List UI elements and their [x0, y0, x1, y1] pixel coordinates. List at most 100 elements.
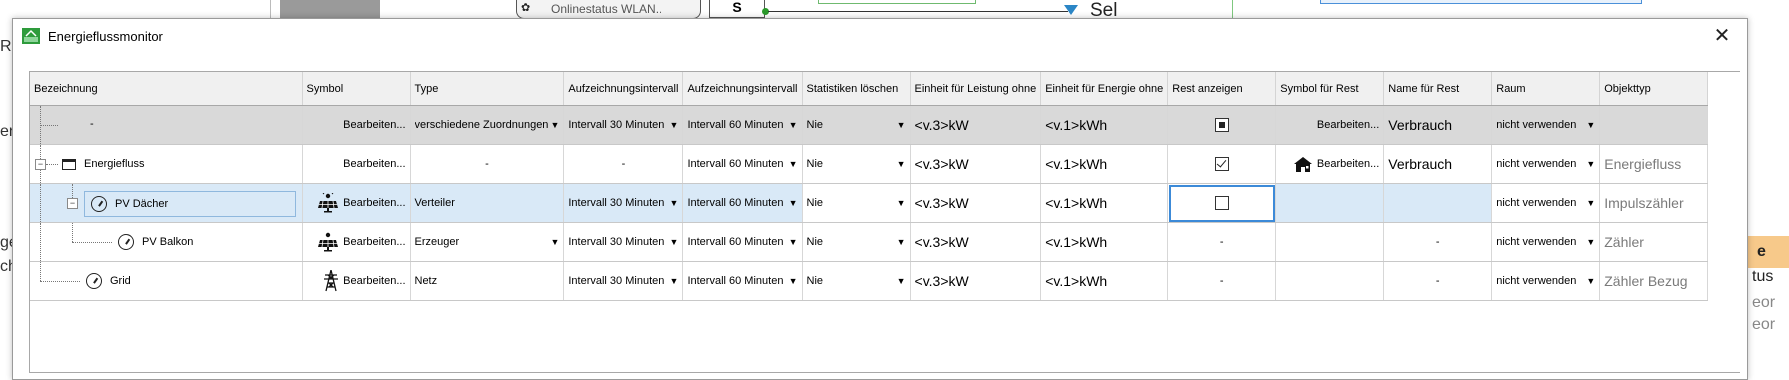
column-header[interactable]: Symbol für Rest: [1275, 72, 1385, 106]
rest-cell[interactable]: [1167, 105, 1277, 145]
dropdown-arrow-icon[interactable]: ▼: [897, 237, 906, 247]
dropdown-arrow-icon[interactable]: ▼: [1586, 120, 1595, 130]
dropdown-arrow-icon[interactable]: ▼: [1586, 237, 1595, 247]
unit-power-cell[interactable]: <v.3>kW: [910, 183, 1042, 223]
table-row[interactable]: PV Balkon Bearbeiten... Erzeuger ▼ Inter…: [30, 222, 1709, 262]
room-cell[interactable]: nicht verwenden ▼: [1491, 222, 1601, 262]
column-header[interactable]: Rest anzeigen: [1167, 72, 1277, 106]
stats-cell[interactable]: Nie ▼: [802, 261, 911, 301]
interval-cell[interactable]: Intervall 60 Minuten ▼: [682, 144, 803, 184]
dropdown-arrow-icon[interactable]: ▼: [550, 120, 559, 130]
column-header[interactable]: Aufzeichnungsintervall: [682, 72, 803, 106]
symbol-cell[interactable]: Bearbeiten...: [302, 222, 411, 262]
unit-energy-cell[interactable]: <v.1>kWh: [1040, 183, 1169, 223]
column-header[interactable]: Statistiken löschen: [802, 72, 911, 106]
unit-power-cell[interactable]: <v.3>kW: [910, 222, 1042, 262]
rest-symbol-cell[interactable]: Bearbeiten...: [1275, 144, 1385, 184]
dropdown-arrow-icon[interactable]: ▼: [789, 276, 798, 286]
edit-symbol-link[interactable]: Bearbeiten...: [343, 119, 405, 131]
type-cell[interactable]: verschiedene Zuordnungen ▼: [410, 105, 565, 145]
column-header[interactable]: Name für Rest: [1383, 72, 1493, 106]
column-header[interactable]: Bezeichnung: [30, 72, 303, 106]
room-cell[interactable]: nicht verwenden ▼: [1491, 183, 1601, 223]
rest-name-cell[interactable]: Verbrauch: [1383, 105, 1493, 145]
room-cell[interactable]: nicht verwenden ▼: [1491, 261, 1601, 301]
column-header[interactable]: Einheit für Energie ohne: [1040, 72, 1169, 106]
rest-checkbox[interactable]: [1214, 196, 1229, 210]
rest-cell[interactable]: [1167, 144, 1277, 184]
dropdown-arrow-icon[interactable]: ▼: [789, 159, 798, 169]
table-row[interactable]: - Bearbeiten... verschiedene Zuordnungen…: [30, 105, 1709, 145]
table-row[interactable]: − Energiefluss Bearbeiten... - - Interva…: [30, 144, 1709, 184]
dropdown-arrow-icon[interactable]: ▼: [1586, 159, 1595, 169]
table-row[interactable]: − PV Dächer Bearbeiten... Verteiler Inte…: [30, 183, 1709, 223]
column-header[interactable]: Einheit für Leistung ohne: [910, 72, 1042, 106]
rest-cell[interactable]: [1167, 183, 1277, 223]
dropdown-arrow-icon[interactable]: ▼: [670, 237, 679, 247]
type-cell[interactable]: Verteiler: [410, 183, 565, 223]
close-button[interactable]: ✕: [1707, 21, 1737, 51]
type-cell[interactable]: Erzeuger ▼: [410, 222, 565, 262]
dropdown-arrow-icon[interactable]: ▼: [670, 198, 679, 208]
unit-energy-cell[interactable]: <v.1>kWh: [1040, 144, 1169, 184]
column-header[interactable]: Symbol: [302, 72, 411, 106]
edit-symbol-link[interactable]: Bearbeiten...: [343, 197, 405, 209]
dropdown-arrow-icon[interactable]: ▼: [897, 198, 906, 208]
dropdown-arrow-icon[interactable]: ▼: [789, 120, 798, 130]
table-row[interactable]: Grid Bearbeiten... Netz Intervall 30 Min…: [30, 261, 1709, 301]
unit-power-cell[interactable]: <v.3>kW: [910, 261, 1042, 301]
stats-cell[interactable]: Nie ▼: [802, 222, 911, 262]
rest-symbol-cell[interactable]: Bearbeiten...: [1275, 105, 1385, 145]
unit-energy-cell[interactable]: <v.1>kWh: [1040, 222, 1169, 262]
room-cell[interactable]: nicht verwenden ▼: [1491, 105, 1601, 145]
name-cell[interactable]: Grid: [30, 261, 303, 301]
interval-cell[interactable]: Intervall 30 Minuten ▼: [563, 183, 684, 223]
dropdown-arrow-icon[interactable]: ▼: [670, 276, 679, 286]
interval-cell[interactable]: Intervall 60 Minuten ▼: [682, 261, 803, 301]
interval-cell[interactable]: Intervall 30 Minuten ▼: [563, 261, 684, 301]
collapse-toggle[interactable]: −: [67, 198, 78, 209]
dropdown-arrow-icon[interactable]: ▼: [670, 120, 679, 130]
edit-symbol-link[interactable]: Bearbeiten...: [343, 158, 405, 170]
symbol-cell[interactable]: Bearbeiten...: [302, 144, 411, 184]
name-cell[interactable]: − PV Dächer: [30, 183, 303, 223]
collapse-toggle[interactable]: −: [35, 159, 46, 170]
type-cell[interactable]: Netz: [410, 261, 565, 301]
unit-power-cell[interactable]: <v.3>kW: [910, 105, 1042, 145]
interval-cell[interactable]: Intervall 60 Minuten ▼: [682, 183, 803, 223]
name-cell[interactable]: -: [30, 105, 303, 145]
unit-energy-cell[interactable]: <v.1>kWh: [1040, 105, 1169, 145]
interval-cell[interactable]: Intervall 60 Minuten ▼: [682, 105, 803, 145]
rest-checkbox[interactable]: [1214, 118, 1229, 132]
selected-node[interactable]: PV Dächer: [84, 191, 296, 217]
rest-checkbox[interactable]: [1214, 157, 1229, 171]
dropdown-arrow-icon[interactable]: ▼: [897, 159, 906, 169]
column-header[interactable]: Raum: [1491, 72, 1601, 106]
rest-name-cell[interactable]: Verbrauch: [1383, 144, 1493, 184]
symbol-cell[interactable]: Bearbeiten...: [302, 183, 411, 223]
edit-symbol-link[interactable]: Bearbeiten...: [343, 275, 405, 287]
dropdown-arrow-icon[interactable]: ▼: [550, 237, 559, 247]
symbol-cell[interactable]: Bearbeiten...: [302, 261, 411, 301]
column-header[interactable]: Objekttyp: [1599, 72, 1709, 106]
name-cell[interactable]: − Energiefluss: [30, 144, 303, 184]
stats-cell[interactable]: Nie ▼: [802, 144, 911, 184]
dropdown-arrow-icon[interactable]: ▼: [897, 276, 906, 286]
unit-power-cell[interactable]: <v.3>kW: [910, 144, 1042, 184]
dropdown-arrow-icon[interactable]: ▼: [789, 237, 798, 247]
edit-rest-symbol-link[interactable]: Bearbeiten...: [1317, 119, 1379, 131]
column-header[interactable]: Aufzeichnungsintervall: [563, 72, 684, 106]
room-cell[interactable]: nicht verwenden ▼: [1491, 144, 1601, 184]
dropdown-arrow-icon[interactable]: ▼: [1586, 276, 1595, 286]
interval-cell[interactable]: Intervall 30 Minuten ▼: [563, 105, 684, 145]
unit-energy-cell[interactable]: <v.1>kWh: [1040, 261, 1169, 301]
edit-symbol-link[interactable]: Bearbeiten...: [343, 236, 405, 248]
interval-cell[interactable]: Intervall 30 Minuten ▼: [563, 222, 684, 262]
stats-cell[interactable]: Nie ▼: [802, 105, 911, 145]
dropdown-arrow-icon[interactable]: ▼: [1586, 198, 1595, 208]
column-header[interactable]: Type: [410, 72, 565, 106]
name-cell[interactable]: PV Balkon: [30, 222, 303, 262]
stats-cell[interactable]: Nie ▼: [802, 183, 911, 223]
dropdown-arrow-icon[interactable]: ▼: [789, 198, 798, 208]
interval-cell[interactable]: Intervall 60 Minuten ▼: [682, 222, 803, 262]
